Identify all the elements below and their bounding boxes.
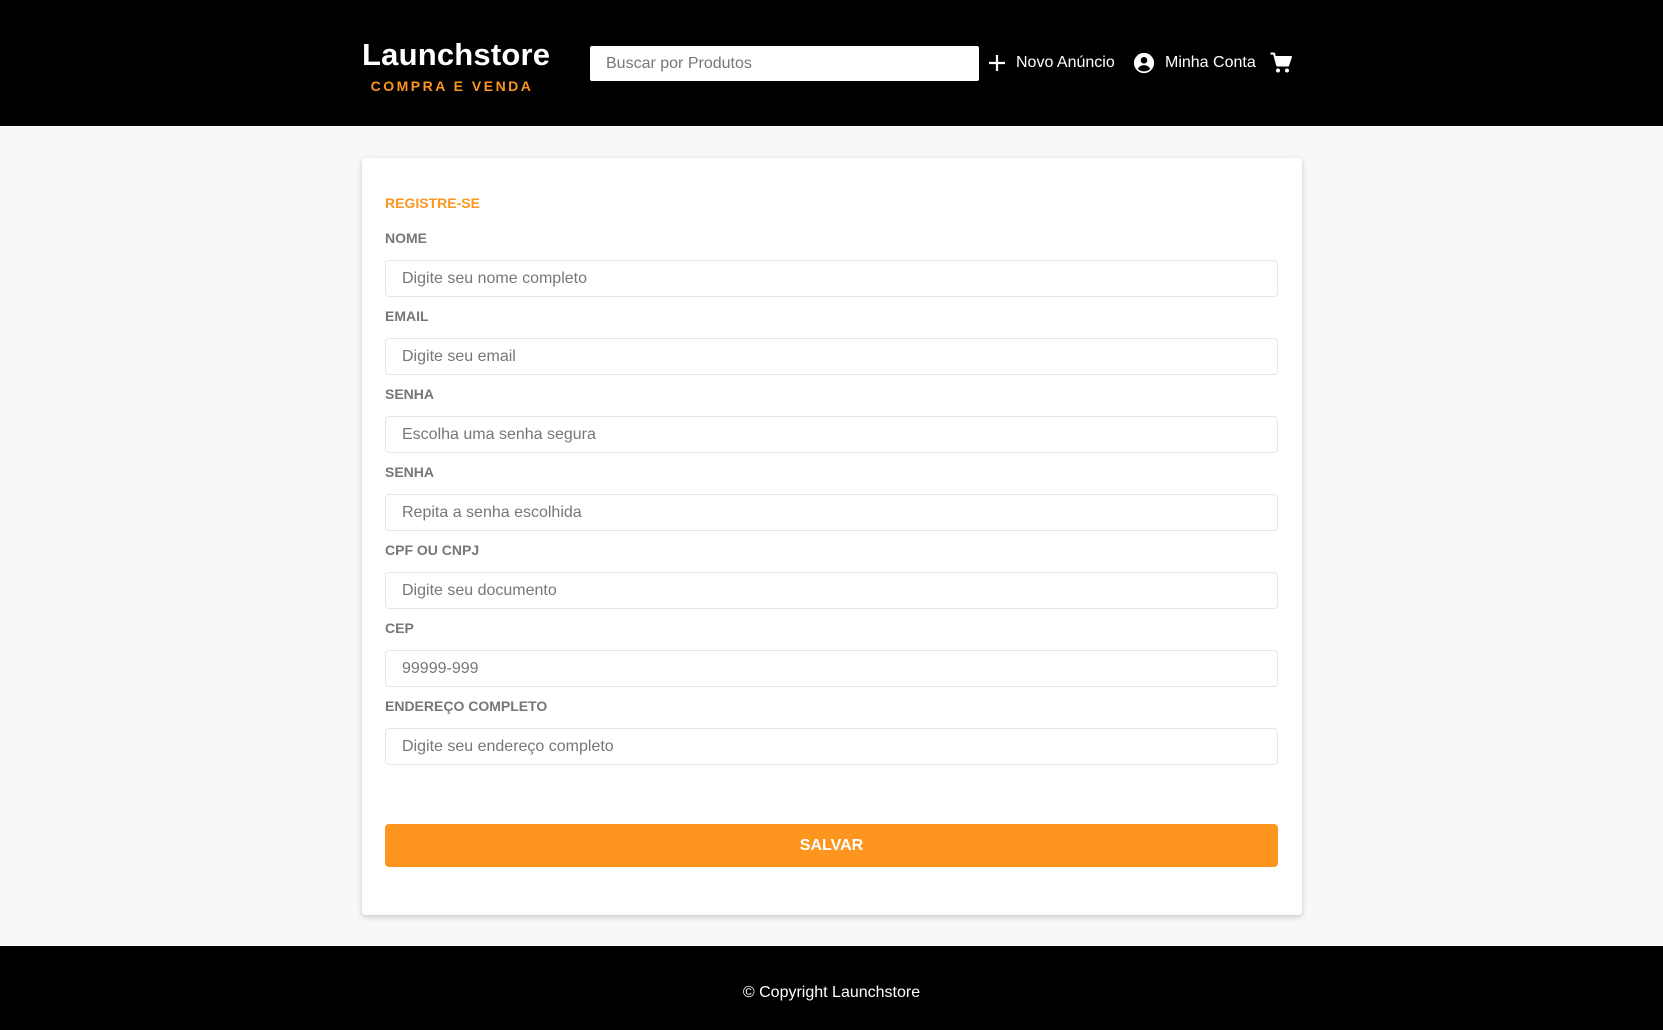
email-field-group: EMAIL	[385, 308, 1278, 375]
cep-input[interactable]	[385, 650, 1278, 687]
document-label: CPF OU CNPJ	[385, 542, 480, 558]
email-label: EMAIL	[385, 308, 429, 324]
register-card: REGISTRE-SE NOME EMAIL SENHA SENHA CPF O…	[362, 158, 1302, 915]
site-header: Launchstore COMPRA E VENDA Novo Anúncio …	[0, 0, 1663, 126]
site-footer: © Copyright Launchstore	[0, 946, 1663, 1030]
password-repeat-input[interactable]	[385, 494, 1278, 531]
account-circle-icon	[1133, 52, 1155, 74]
cart-link[interactable]	[1269, 49, 1293, 77]
address-label: ENDEREÇO COMPLETO	[385, 698, 548, 714]
cep-label: CEP	[385, 620, 414, 636]
password-repeat-label: SENHA	[385, 464, 435, 480]
logo-subtitle: COMPRA E VENDA	[370, 78, 534, 94]
search-input[interactable]	[590, 46, 979, 81]
document-field-group: CPF OU CNPJ	[385, 542, 1278, 609]
password-repeat-field-group: SENHA	[385, 464, 1278, 531]
plus-icon	[989, 55, 1005, 71]
password-label: SENHA	[385, 386, 435, 402]
save-button[interactable]: SALVAR	[385, 824, 1278, 867]
name-input[interactable]	[385, 260, 1278, 297]
address-field-group: ENDEREÇO COMPLETO	[385, 698, 1278, 765]
password-input[interactable]	[385, 416, 1278, 453]
new-listing-link[interactable]: Novo Anúncio	[988, 49, 1115, 77]
email-input[interactable]	[385, 338, 1278, 375]
account-link[interactable]: Minha Conta	[1133, 49, 1256, 77]
account-label: Minha Conta	[1165, 54, 1256, 71]
new-listing-label: Novo Anúncio	[1016, 54, 1115, 71]
logo-title: Launchstore	[362, 37, 551, 72]
document-input[interactable]	[385, 572, 1278, 609]
shopping-cart-icon	[1270, 52, 1292, 73]
name-field-group: NOME	[385, 230, 1278, 297]
cep-field-group: CEP	[385, 620, 1278, 687]
password-field-group: SENHA	[385, 386, 1278, 453]
address-input[interactable]	[385, 728, 1278, 765]
copyright-text: © Copyright Launchstore	[742, 984, 921, 1001]
name-label: NOME	[385, 230, 427, 246]
form-title: REGISTRE-SE	[385, 195, 480, 211]
logo[interactable]: Launchstore COMPRA E VENDA	[362, 35, 551, 95]
